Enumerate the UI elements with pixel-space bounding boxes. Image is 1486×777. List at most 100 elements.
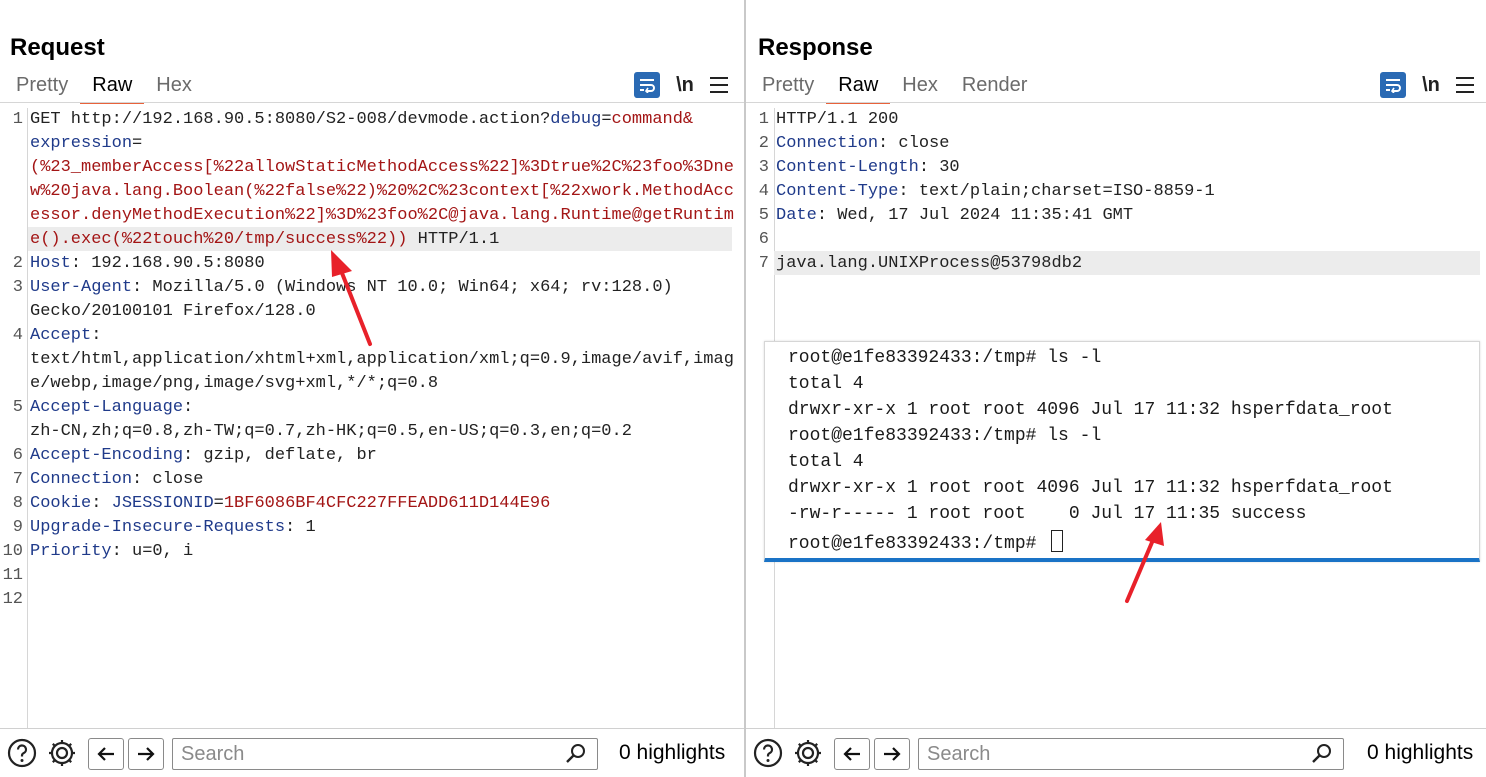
search-icon[interactable]	[1311, 743, 1333, 770]
header-line: Cookie: JSESSIONID=1BF6086BF4CFC227FFEAD…	[30, 492, 550, 516]
request-method-url: GET http://192.168.90.5:8080/S2-008/devm…	[30, 110, 551, 129]
hamburger-menu-icon[interactable]	[710, 77, 728, 93]
header-line: Host: 192.168.90.5:8080	[30, 252, 265, 276]
arrow-left-icon[interactable]	[88, 738, 124, 770]
line-number: 6	[12, 446, 23, 465]
tab-raw[interactable]: Raw	[80, 72, 145, 104]
header-value: : Mozilla/5.0 (Windows NT 10.0; Win64; x…	[132, 278, 673, 297]
param-eq: =	[132, 134, 143, 153]
param-value: essor.denyMethodExecution%22]%3D%23foo%2…	[30, 206, 734, 225]
header-key: Upgrade-Insecure-Requests	[30, 518, 286, 537]
line-number: 6	[758, 230, 769, 249]
response-tool-icons: \n	[1380, 72, 1474, 98]
terminal-cursor	[1051, 530, 1064, 552]
response-tabs: Pretty Raw Hex Render	[750, 72, 1039, 104]
arrow-right-icon[interactable]	[128, 738, 164, 770]
terminal-line: -rw-r----- 1 root root 0 Jul 17 11:35 su…	[788, 504, 1307, 524]
terminal-line: drwxr-xr-x 1 root root 4096 Jul 17 11:32…	[788, 400, 1393, 420]
line-number: 10	[2, 542, 23, 561]
arrow-right-icon[interactable]	[874, 738, 910, 770]
hamburger-menu-icon[interactable]	[1456, 77, 1474, 93]
request-title: Request	[10, 34, 105, 61]
param-key: debug	[550, 110, 602, 129]
newline-icon[interactable]: \n	[674, 74, 696, 97]
search-icon[interactable]	[565, 743, 587, 770]
terminal-line: drwxr-xr-x 1 root root 4096 Jul 17 11:32…	[788, 478, 1393, 498]
search-input[interactable]	[179, 740, 553, 768]
request-tabs: Pretty Raw Hex	[4, 72, 204, 104]
line-number: 5	[758, 206, 769, 225]
terminal-overlay: root@e1fe83392433:/tmp# ls -l total 4 dr…	[764, 341, 1480, 562]
header-line: Connection: close	[776, 132, 949, 156]
param-value: command&	[611, 110, 694, 129]
terminal-line: total 4	[788, 452, 864, 472]
header-value: zh-CN,zh;q=0.8,zh-TW;q=0.7,zh-HK;q=0.5,e…	[30, 422, 632, 441]
line-gutter	[0, 108, 28, 729]
request-pane: Request Pretty Raw Hex \n 1 2 3 4 5 6 7 …	[0, 0, 744, 777]
terminal-line: root@e1fe83392433:/tmp# ls -l	[788, 348, 1102, 368]
header-value: Gecko/20100101 Firefox/128.0	[30, 302, 316, 321]
response-body: java.lang.UNIXProcess@53798db2	[776, 254, 1083, 273]
terminal-prompt-line: root@e1fe83392433:/tmp#	[788, 530, 1064, 554]
tab-raw[interactable]: Raw	[826, 72, 891, 104]
header-key: Priority	[30, 542, 112, 561]
cookie-key: JSESSIONID	[111, 494, 214, 513]
request-line: expression=	[30, 132, 142, 156]
response-bottom-bar: 0 highlights	[746, 728, 1486, 777]
line-number: 7	[12, 470, 23, 489]
header-line: Date: Wed, 17 Jul 2024 11:35:41 GMT	[776, 204, 1133, 228]
header-line: Accept:	[30, 324, 101, 348]
cookie-eq: =	[213, 494, 224, 513]
header-value: : gzip, deflate, br	[183, 446, 377, 465]
header-value: : 1	[285, 518, 316, 537]
tab-pretty[interactable]: Pretty	[4, 72, 80, 102]
wrap-lines-icon[interactable]	[634, 72, 660, 98]
newline-icon[interactable]: \n	[1420, 74, 1442, 97]
settings-gear-icon[interactable]	[792, 737, 824, 769]
help-icon[interactable]	[6, 737, 38, 769]
header-line: User-Agent: Mozilla/5.0 (Windows NT 10.0…	[30, 276, 673, 300]
tab-pretty[interactable]: Pretty	[750, 72, 826, 102]
line-number: 3	[758, 158, 769, 177]
line-number: 1	[12, 110, 23, 129]
tab-hex[interactable]: Hex	[890, 72, 950, 102]
help-icon[interactable]	[752, 737, 784, 769]
response-title: Response	[758, 34, 873, 61]
request-bottom-bar: 0 highlights	[0, 728, 744, 777]
cookie-value: 1BF6086BF4CFC227FFEADD611D144E96	[223, 494, 551, 513]
header-key: Accept-Encoding	[30, 446, 184, 465]
header-key: Accept	[30, 326, 92, 345]
line-number: 7	[758, 254, 769, 273]
line-number: 5	[12, 398, 23, 417]
line-number: 4	[758, 182, 769, 201]
header-key: Cookie	[30, 494, 92, 513]
status-line: HTTP/1.1 200	[776, 110, 899, 129]
tabs-divider	[746, 102, 1486, 103]
tabs-divider	[0, 102, 744, 103]
header-key: Content-Length	[776, 158, 919, 177]
line-number: 4	[12, 326, 23, 345]
search-input[interactable]	[925, 740, 1299, 768]
param-value: w%20java.lang.Boolean(%22false%22)%20%2C…	[30, 182, 734, 201]
highlights-count: 0 highlights	[619, 741, 726, 764]
header-key: Connection	[776, 134, 879, 153]
header-value: : 192.168.90.5:8080	[70, 254, 265, 273]
tab-hex[interactable]: Hex	[144, 72, 204, 102]
header-value: : close	[132, 470, 204, 489]
highlights-count: 0 highlights	[1367, 741, 1474, 764]
tab-render[interactable]: Render	[950, 72, 1040, 102]
header-key: Connection	[30, 470, 133, 489]
header-value: :	[91, 326, 102, 345]
terminal-prompt: root@e1fe83392433:/tmp#	[788, 534, 1048, 554]
wrap-lines-icon[interactable]	[1380, 72, 1406, 98]
header-line: Accept-Language:	[30, 396, 193, 420]
param-key: expression	[30, 134, 133, 153]
header-line: Accept-Encoding: gzip, deflate, br	[30, 444, 377, 468]
header-value: : 30	[918, 158, 960, 177]
request-line: GET http://192.168.90.5:8080/S2-008/devm…	[30, 108, 693, 132]
settings-gear-icon[interactable]	[46, 737, 78, 769]
header-key: Date	[776, 206, 817, 225]
header-key: Host	[30, 254, 71, 273]
arrow-left-icon[interactable]	[834, 738, 870, 770]
request-editor[interactable]: 1 2 3 4 5 6 7 8 9 10 11 12 GET http://19…	[0, 108, 744, 729]
